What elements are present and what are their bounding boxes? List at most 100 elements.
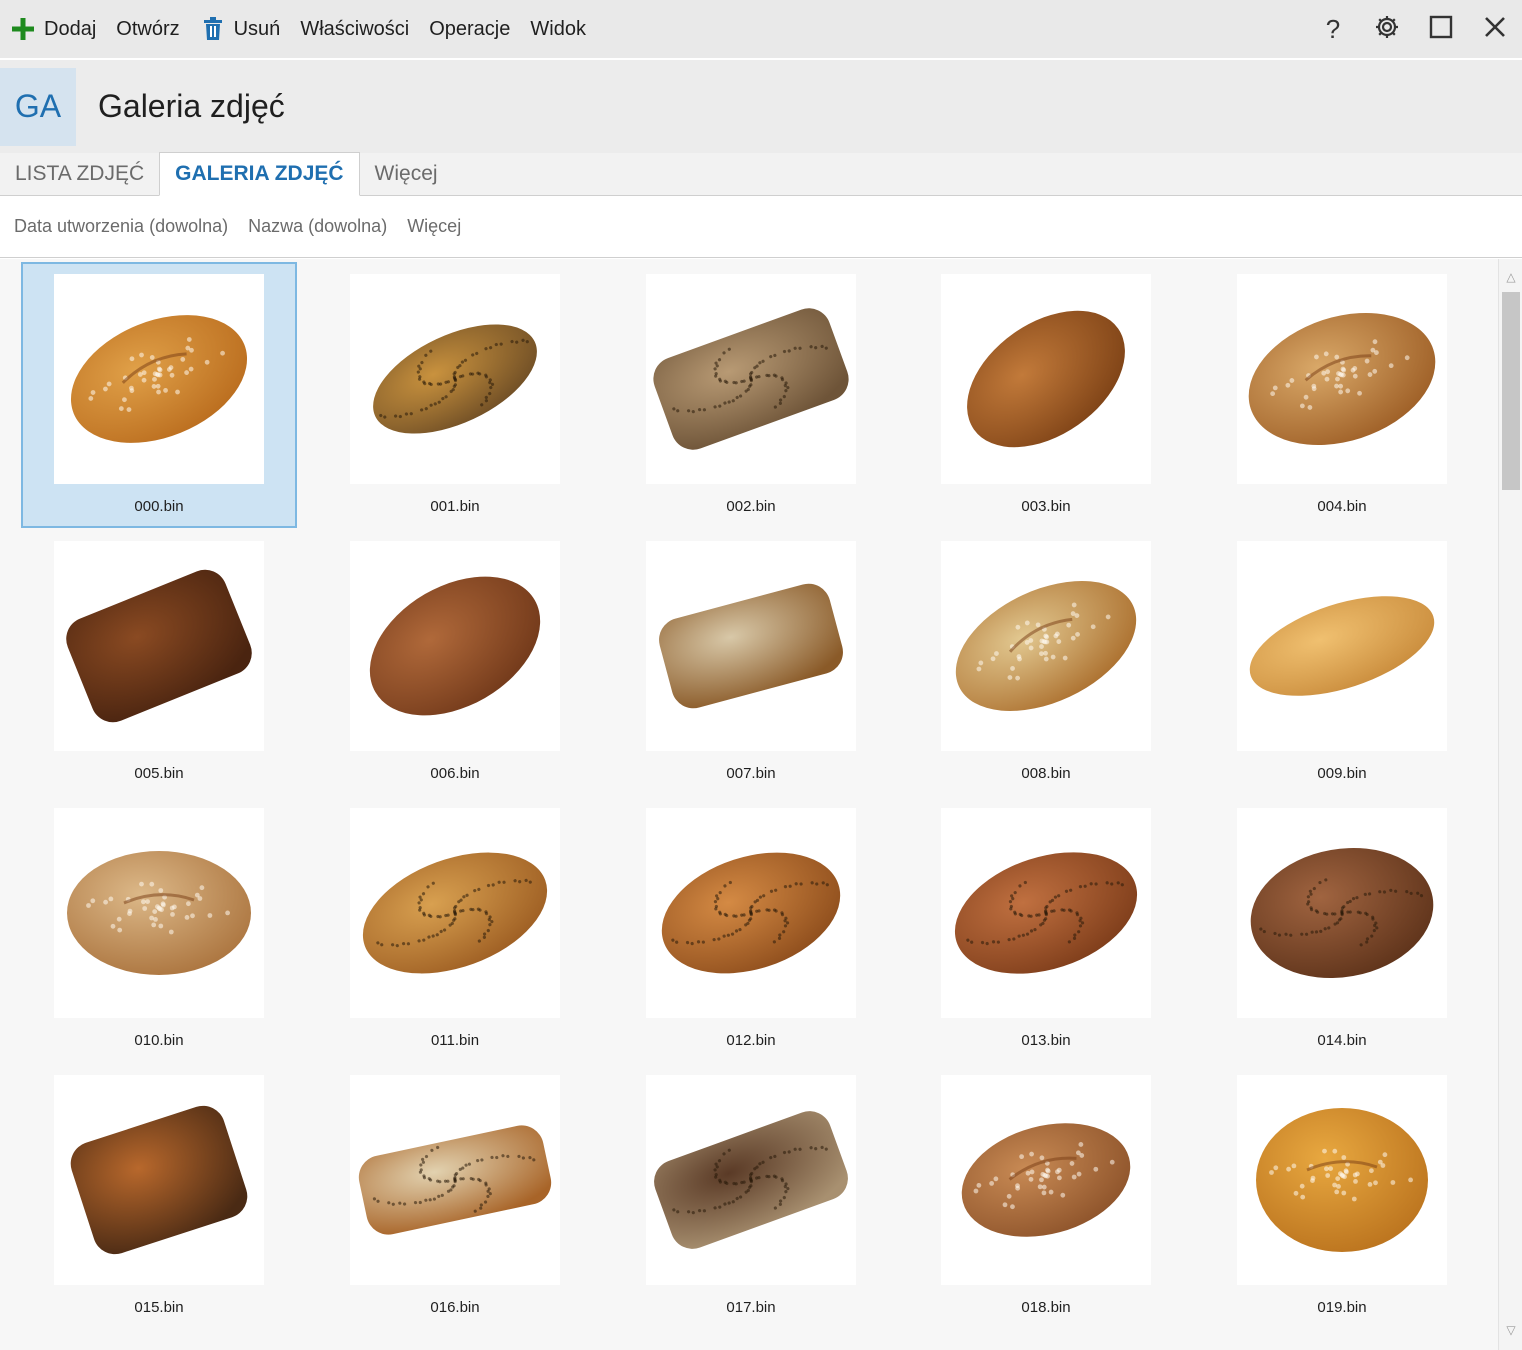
properties-menu[interactable]: Właściwości <box>290 0 419 58</box>
gallery-item[interactable]: 009.bin <box>1204 529 1480 795</box>
operations-menu[interactable]: Operacje <box>419 0 520 58</box>
photo-filename: 014.bin <box>1317 1032 1367 1049</box>
photo-thumbnail <box>1237 1075 1447 1285</box>
gallery-item[interactable]: 012.bin <box>613 796 889 1062</box>
close-button[interactable] <box>1468 0 1522 58</box>
gallery-item[interactable]: 008.bin <box>908 529 1184 795</box>
gallery-item[interactable]: 016.bin <box>317 1063 593 1329</box>
photo-filename: 001.bin <box>430 498 480 515</box>
help-icon: ? <box>1325 13 1341 44</box>
photo-filename: 008.bin <box>1021 765 1071 782</box>
delete-label: Usuń <box>233 17 281 40</box>
gallery-item[interactable]: 011.bin <box>317 796 593 1062</box>
open-button[interactable]: Otwórz <box>106 0 189 58</box>
gallery-item[interactable]: 002.bin <box>613 262 889 528</box>
photo-filename: 006.bin <box>430 765 480 782</box>
photo-thumbnail <box>646 1075 856 1285</box>
add-button[interactable]: Dodaj <box>0 0 106 58</box>
photo-thumbnail <box>350 808 560 1018</box>
photo-filename: 019.bin <box>1317 1299 1367 1316</box>
maximize-icon <box>1429 15 1453 44</box>
gallery-item[interactable]: 007.bin <box>613 529 889 795</box>
photo-thumbnail <box>350 1075 560 1285</box>
gallery-item[interactable]: 017.bin <box>613 1063 889 1329</box>
vertical-scrollbar[interactable]: △ ▽ <box>1498 259 1522 1350</box>
tab-photo-gallery[interactable]: GALERIA ZDJĘĆ <box>159 152 360 196</box>
page-title: Galeria zdjęć <box>98 88 285 124</box>
toolbar: Dodaj Otwórz Usuń Właściwości Operacje W… <box>0 0 1522 58</box>
delete-button[interactable]: Usuń <box>190 0 291 58</box>
gallery-item[interactable]: 015.bin <box>21 1063 297 1329</box>
photo-thumbnail <box>941 1075 1151 1285</box>
gallery-item[interactable]: 004.bin <box>1204 262 1480 528</box>
gallery-item[interactable]: 001.bin <box>317 262 593 528</box>
plus-icon <box>10 16 36 42</box>
photo-thumbnail <box>646 541 856 751</box>
photo-filename: 004.bin <box>1317 498 1367 515</box>
photo-filename: 010.bin <box>134 1032 184 1049</box>
operations-label: Operacje <box>429 17 511 40</box>
photo-filename: 003.bin <box>1021 498 1071 515</box>
photo-thumbnail <box>941 541 1151 751</box>
photo-thumbnail <box>54 541 264 751</box>
photo-thumbnail <box>54 274 264 484</box>
help-button[interactable]: ? <box>1306 0 1360 58</box>
gallery-item[interactable]: 000.bin <box>21 262 297 528</box>
trash-icon <box>200 16 226 42</box>
scroll-thumb[interactable] <box>1502 292 1520 490</box>
filter-more[interactable]: Więcej <box>407 216 461 237</box>
add-label: Dodaj <box>44 17 97 40</box>
photo-filename: 011.bin <box>430 1032 480 1049</box>
window-controls: ? <box>1306 0 1522 58</box>
photo-filename: 007.bin <box>726 765 776 782</box>
settings-button[interactable] <box>1360 0 1414 58</box>
view-menu[interactable]: Widok <box>520 0 596 58</box>
gallery-item[interactable]: 005.bin <box>21 529 297 795</box>
photo-filename: 018.bin <box>1021 1299 1071 1316</box>
gallery-item[interactable]: 006.bin <box>317 529 593 795</box>
close-icon <box>1484 16 1506 43</box>
gallery-item[interactable]: 010.bin <box>21 796 297 1062</box>
open-label: Otwórz <box>116 17 180 40</box>
gallery-item[interactable]: 003.bin <box>908 262 1184 528</box>
photo-thumbnail <box>350 541 560 751</box>
filter-name[interactable]: Nazwa (dowolna) <box>248 216 387 237</box>
tab-bar: LISTA ZDJĘĆ GALERIA ZDJĘĆ Więcej <box>0 152 1522 196</box>
photo-thumbnail <box>350 274 560 484</box>
photo-gallery: 000.bin 001.bin 002.bin 003.bin 004.bin … <box>0 259 1498 1350</box>
photo-thumbnail <box>1237 274 1447 484</box>
scroll-up-icon[interactable]: △ <box>1499 267 1522 287</box>
tab-more[interactable]: Więcej <box>360 152 453 195</box>
photo-filename: 013.bin <box>1021 1032 1071 1049</box>
gallery-item[interactable]: 019.bin <box>1204 1063 1480 1329</box>
app-header: GA Galeria zdjęć <box>0 58 1522 153</box>
photo-filename: 002.bin <box>726 498 776 515</box>
photo-thumbnail <box>1237 808 1447 1018</box>
maximize-button[interactable] <box>1414 0 1468 58</box>
photo-filename: 012.bin <box>726 1032 776 1049</box>
filter-created-date[interactable]: Data utworzenia (dowolna) <box>14 216 228 237</box>
photo-filename: 017.bin <box>726 1299 776 1316</box>
gallery-item[interactable]: 013.bin <box>908 796 1184 1062</box>
photo-thumbnail <box>941 808 1151 1018</box>
photo-thumbnail <box>646 808 856 1018</box>
gear-icon <box>1374 14 1400 45</box>
gallery-item[interactable]: 014.bin <box>1204 796 1480 1062</box>
properties-label: Właściwości <box>300 17 410 40</box>
photo-filename: 000.bin <box>134 498 184 515</box>
scroll-down-icon[interactable]: ▽ <box>1499 1320 1522 1340</box>
photo-thumbnail <box>646 274 856 484</box>
app-badge: GA <box>0 67 76 146</box>
photo-filename: 015.bin <box>134 1299 184 1316</box>
view-label: Widok <box>530 17 586 40</box>
photo-filename: 005.bin <box>134 765 184 782</box>
photo-thumbnail <box>54 808 264 1018</box>
filter-bar: Data utworzenia (dowolna) Nazwa (dowolna… <box>0 196 1522 258</box>
tab-photo-list[interactable]: LISTA ZDJĘĆ <box>0 152 159 195</box>
gallery-item[interactable]: 018.bin <box>908 1063 1184 1329</box>
photo-filename: 016.bin <box>430 1299 480 1316</box>
photo-thumbnail <box>54 1075 264 1285</box>
photo-thumbnail <box>1237 541 1447 751</box>
photo-filename: 009.bin <box>1317 765 1367 782</box>
photo-thumbnail <box>941 274 1151 484</box>
